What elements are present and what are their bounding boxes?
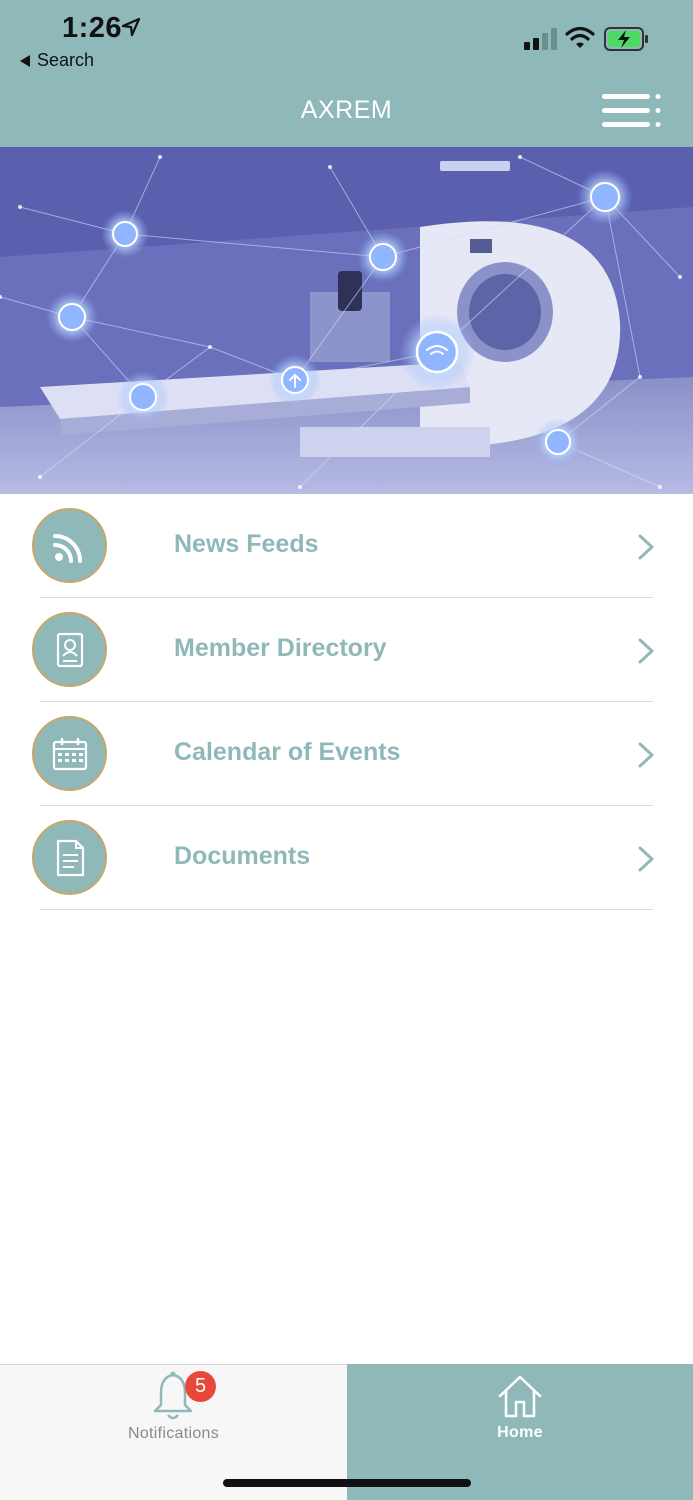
hero-banner-image — [0, 147, 693, 494]
rss-icon — [32, 508, 107, 583]
menu-item-label: Member Directory — [174, 634, 387, 662]
hamburger-menu-icon[interactable] — [602, 92, 662, 130]
back-label: Search — [37, 50, 95, 70]
page-title: AXREM — [300, 96, 393, 124]
menu-item-label: Documents — [174, 842, 311, 870]
chevron-right-icon — [638, 742, 654, 768]
wifi-icon — [565, 26, 595, 48]
document-icon — [32, 820, 107, 895]
menu-item-news-feeds[interactable]: News Feeds — [0, 494, 693, 598]
contact-book-icon — [32, 612, 107, 687]
chevron-right-icon — [638, 534, 654, 560]
divider — [40, 909, 653, 910]
home-icon — [498, 1375, 542, 1418]
menu-item-documents[interactable]: Documents — [0, 806, 693, 910]
chevron-right-icon — [638, 846, 654, 872]
home-indicator — [223, 1479, 471, 1487]
menu-item-label: News Feeds — [174, 530, 319, 558]
back-to-search[interactable]: Search — [20, 50, 94, 71]
tab-label: Notifications — [127, 1425, 220, 1442]
menu-item-calendar-of-events[interactable]: Calendar of Events — [0, 702, 693, 806]
hero-illustration — [0, 147, 693, 494]
location-arrow-icon — [121, 17, 141, 37]
back-arrow-icon — [20, 54, 30, 67]
app-header: 1:26 Search AXREM — [0, 0, 693, 147]
cellular-signal-icon — [524, 28, 557, 50]
chevron-right-icon — [638, 638, 654, 664]
notification-count-badge: 5 — [185, 1371, 216, 1402]
calendar-icon — [32, 716, 107, 791]
tab-label: Home — [497, 1424, 543, 1441]
status-time: 1:26 — [62, 12, 123, 44]
menu-item-label: Calendar of Events — [174, 738, 401, 766]
battery-icon — [604, 27, 648, 51]
main-menu-list: News Feeds Member Directory Calendar of … — [0, 494, 693, 910]
menu-item-member-directory[interactable]: Member Directory — [0, 598, 693, 702]
